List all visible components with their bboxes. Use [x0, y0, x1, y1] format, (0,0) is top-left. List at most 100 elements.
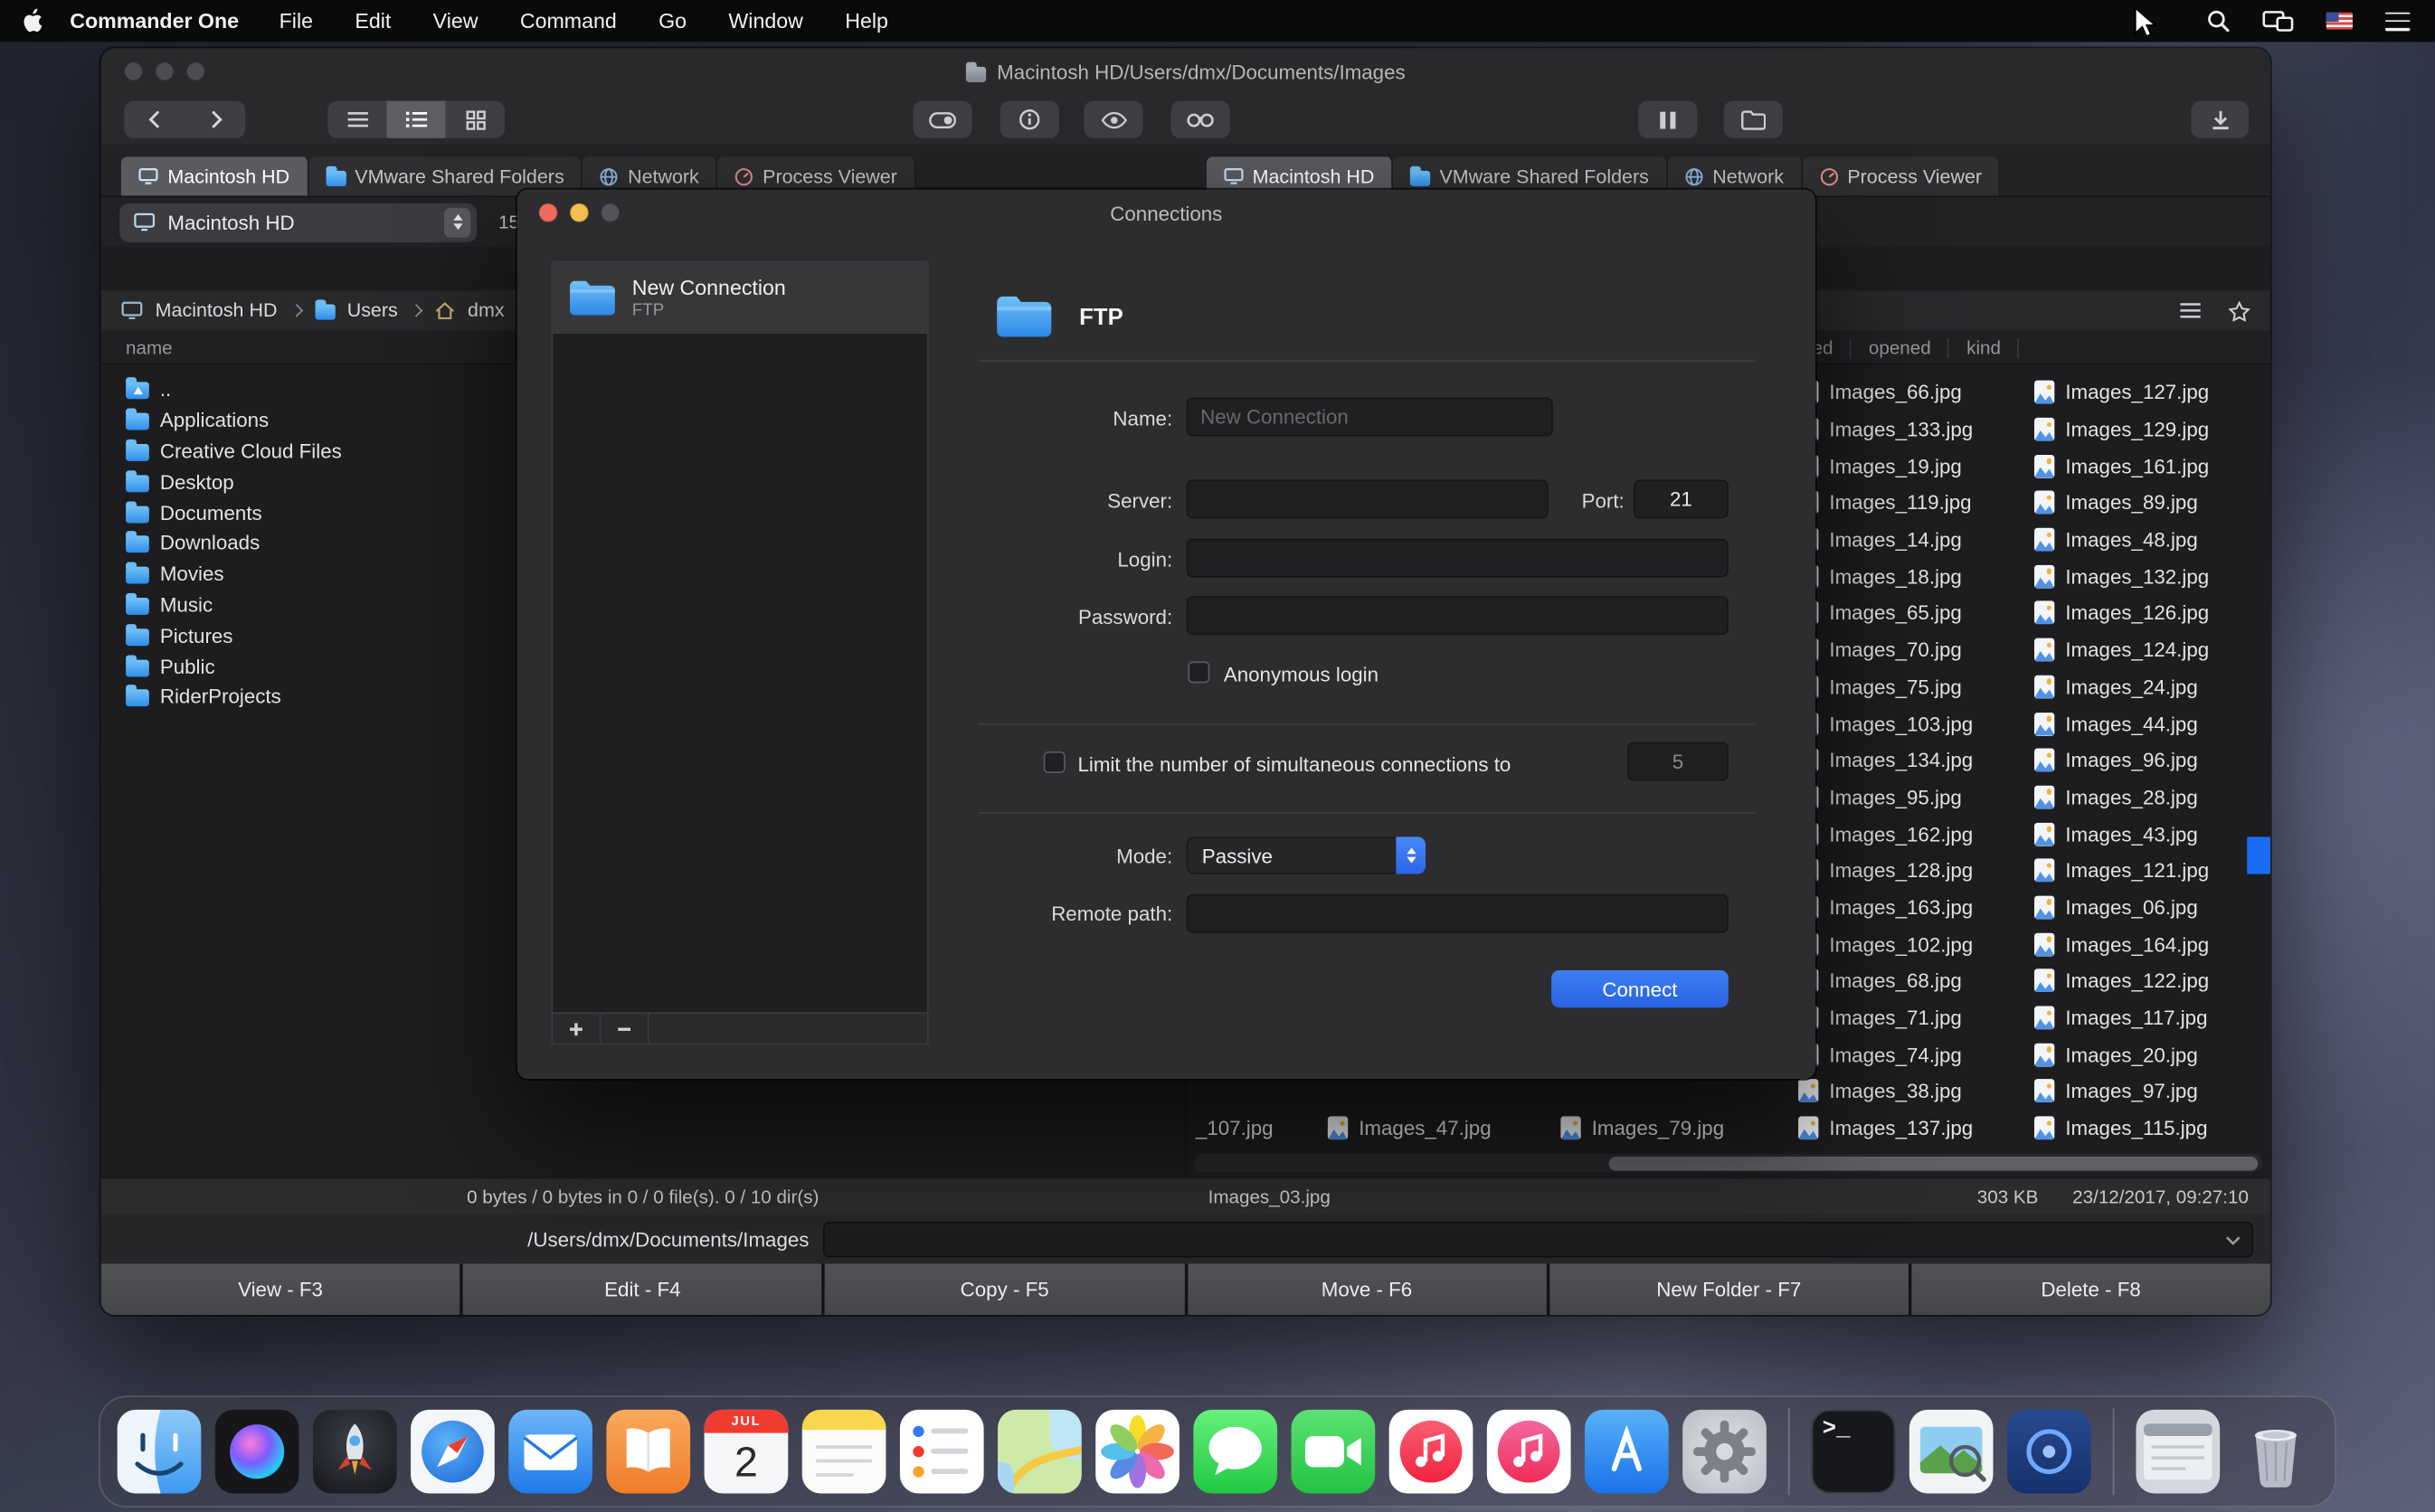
menu-item[interactable]: View: [433, 9, 478, 33]
function-key-button[interactable]: Copy - F5: [825, 1263, 1184, 1315]
file-row[interactable]: _107.jpg: [1196, 1110, 1274, 1148]
close-button[interactable]: [539, 203, 558, 222]
folders-button[interactable]: [1724, 101, 1783, 138]
file-row[interactable]: Images_44.jpg: [2034, 705, 2270, 742]
column-header-cell[interactable]: opened: [1852, 337, 1949, 357]
tab-macintosh-hd[interactable]: Macintosh HD: [121, 156, 308, 195]
file-row[interactable]: Images_103.jpg: [1798, 705, 2034, 742]
file-row[interactable]: Images_127.jpg: [2034, 374, 2270, 411]
file-row[interactable]: Images_71.jpg: [1798, 999, 2034, 1036]
menu-app-name[interactable]: Commander One: [70, 9, 239, 33]
file-row[interactable]: Images_134.jpg: [1798, 742, 2034, 779]
launchpad-icon[interactable]: [313, 1410, 397, 1494]
limit-input[interactable]: [1627, 742, 1729, 781]
facetime-icon[interactable]: [1292, 1410, 1376, 1494]
drive-stepper[interactable]: [444, 207, 470, 237]
column-header-cell[interactable]: kind: [1949, 337, 2019, 357]
view-detail-button[interactable]: [386, 101, 445, 138]
back-button[interactable]: [124, 101, 185, 138]
file-row[interactable]: Images_128.jpg: [1798, 852, 2034, 889]
file-row[interactable]: Images_47.jpg: [1328, 1110, 1492, 1148]
file-row[interactable]: Images_43.jpg: [2034, 816, 2270, 853]
file-row[interactable]: Images_89.jpg: [2034, 485, 2270, 522]
breadcrumb-item[interactable]: Users: [347, 299, 398, 321]
minimize-button[interactable]: [570, 203, 589, 222]
menu-item[interactable]: Command: [520, 9, 617, 33]
connections-button[interactable]: [1170, 101, 1229, 138]
system-preferences-icon[interactable]: [1682, 1410, 1767, 1494]
input-source-flag-icon[interactable]: [2326, 13, 2353, 30]
terminal-icon[interactable]: >_: [1812, 1410, 1896, 1494]
file-row[interactable]: Images_65.jpg: [1798, 595, 2034, 632]
view-grid-button[interactable]: [446, 101, 505, 138]
file-row[interactable]: Images_119.jpg: [1798, 485, 2034, 522]
file-row[interactable]: Images_96.jpg: [2034, 742, 2270, 779]
add-tab-button[interactable]: [2231, 256, 2256, 280]
mode-dropdown[interactable]: Passive: [1187, 836, 1426, 874]
file-row[interactable]: Images_133.jpg: [1798, 411, 2034, 448]
function-key-button[interactable]: View - F3: [101, 1263, 460, 1315]
add-connection-button[interactable]: [553, 1014, 601, 1044]
function-key-button[interactable]: Edit - F4: [463, 1263, 822, 1315]
file-row[interactable]: Images_163.jpg: [1798, 889, 2034, 926]
connect-button[interactable]: Connect: [1551, 970, 1729, 1007]
menu-item[interactable]: Help: [845, 9, 888, 33]
view-list-button[interactable]: [327, 101, 386, 138]
file-row[interactable]: Images_162.jpg: [1798, 816, 2034, 853]
function-key-button[interactable]: Delete - F8: [1911, 1263, 2270, 1315]
file-row[interactable]: Images_164.jpg: [2034, 926, 2270, 963]
file-row[interactable]: Images_38.jpg: [1798, 1073, 2034, 1110]
forward-button[interactable]: [185, 101, 245, 138]
connection-item[interactable]: New Connection FTP: [553, 262, 927, 334]
preview-icon[interactable]: [1909, 1410, 1994, 1494]
file-row[interactable]: Images_79.jpg: [1560, 1110, 1724, 1148]
file-row[interactable]: Images_115.jpg: [2034, 1110, 2270, 1147]
history-chevron-icon[interactable]: [2225, 1235, 2241, 1244]
menu-list-icon[interactable]: [2385, 12, 2410, 31]
list-view-icon[interactable]: [2179, 301, 2203, 320]
maps-icon[interactable]: [998, 1410, 1082, 1494]
messages-icon[interactable]: [1193, 1410, 1277, 1494]
preview-eye-button[interactable]: [1084, 101, 1142, 138]
function-key-button[interactable]: New Folder - F7: [1549, 1263, 1909, 1315]
horizontal-scrollbar[interactable]: [1194, 1154, 2262, 1173]
scrollbar-thumb[interactable]: [1609, 1156, 2259, 1169]
minimize-button[interactable]: [156, 62, 175, 81]
music-icon[interactable]: [1389, 1410, 1473, 1494]
minimized-window-thumbnail[interactable]: [2136, 1410, 2220, 1494]
login-input[interactable]: [1187, 539, 1729, 578]
displays-icon[interactable]: [2262, 10, 2293, 32]
zoom-button[interactable]: [186, 62, 205, 81]
file-row[interactable]: Images_68.jpg: [1798, 962, 2034, 999]
file-row[interactable]: Images_19.jpg: [1798, 448, 2034, 485]
close-button[interactable]: [124, 62, 143, 81]
file-row[interactable]: Images_132.jpg: [2034, 558, 2270, 595]
server-input[interactable]: [1187, 479, 1549, 518]
trash-icon[interactable]: [2234, 1410, 2318, 1494]
remote-path-input[interactable]: [1187, 894, 1729, 933]
file-row[interactable]: Images_14.jpg: [1798, 521, 2034, 558]
apple-menu-icon[interactable]: [22, 8, 45, 34]
file-row[interactable]: Images_161.jpg: [2034, 448, 2270, 485]
breadcrumb-item[interactable]: dmx: [468, 299, 505, 321]
drive-selector[interactable]: Macintosh HD: [119, 203, 477, 241]
anonymous-login-checkbox[interactable]: [1188, 661, 1209, 683]
file-row[interactable]: Images_95.jpg: [1798, 779, 2034, 816]
function-key-button[interactable]: Move - F6: [1188, 1263, 1547, 1315]
command-input[interactable]: [834, 1223, 2214, 1255]
file-row[interactable]: Images_48.jpg: [2034, 521, 2270, 558]
file-row[interactable]: Images_97.jpg: [2034, 1073, 2270, 1110]
file-row[interactable]: Images_137.jpg: [1798, 1110, 2034, 1147]
search-icon[interactable]: [2207, 9, 2231, 33]
file-row[interactable]: Images_121.jpg: [2034, 852, 2270, 889]
port-input[interactable]: [1634, 479, 1729, 518]
password-input[interactable]: [1187, 596, 1729, 635]
menu-item[interactable]: Go: [658, 9, 687, 33]
app-store-icon[interactable]: [1585, 1410, 1669, 1494]
file-row[interactable]: Images_124.jpg: [2034, 631, 2270, 668]
file-row[interactable]: Images_102.jpg: [1798, 926, 2034, 963]
file-row[interactable]: Images_18.jpg: [1798, 558, 2034, 595]
name-input[interactable]: [1187, 398, 1553, 437]
photos-icon[interactable]: [1095, 1410, 1180, 1494]
file-row[interactable]: Images_20.jpg: [2034, 1036, 2270, 1073]
